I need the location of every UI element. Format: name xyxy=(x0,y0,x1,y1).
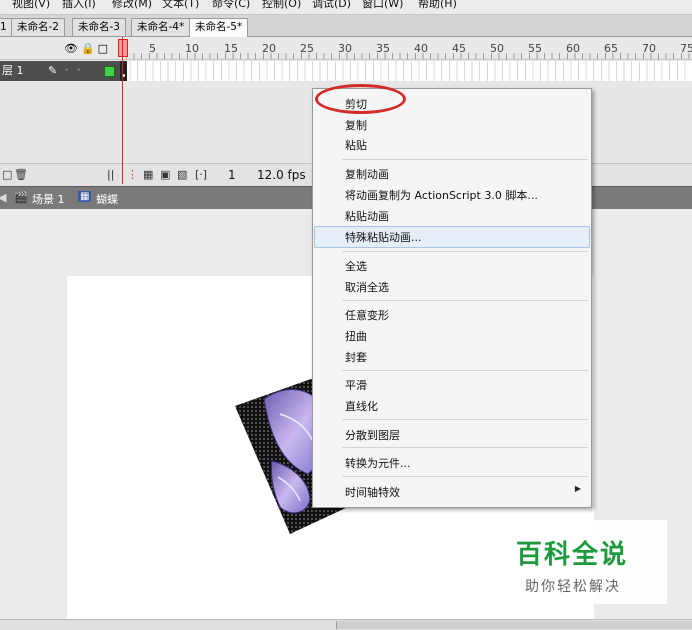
menu-item-paste[interactable]: 粘贴 xyxy=(345,137,367,153)
menu-item-convert-to-symbol[interactable]: 转换为元件... xyxy=(345,455,411,471)
menu-separator xyxy=(342,300,588,301)
menu-item-paste-motion[interactable]: 粘贴动画 xyxy=(345,208,389,224)
context-menu: 剪切 复制 粘贴 复制动画 将动画复制为 ActionScript 3.0 脚本… xyxy=(312,88,592,508)
watermark-title: 百科全说 xyxy=(516,540,629,570)
submenu-arrow-icon: ▶ xyxy=(574,484,581,493)
onion-markers-icon[interactable]: [·] xyxy=(195,168,207,181)
document-tabs: 1 未命名-2 未命名-3 未命名-4* 未命名-5* xyxy=(0,15,692,37)
center-frame-icon[interactable]: ⋮ xyxy=(127,168,138,181)
layer-name-cell[interactable]: 层 1 ✎ • • xyxy=(0,61,120,81)
menu-commands[interactable]: 命令(C) xyxy=(212,0,250,11)
onion-outline-icon[interactable]: ▣ xyxy=(160,168,170,181)
scene-icon: 🎬 xyxy=(14,191,28,204)
onion-skin-icon[interactable]: ▦ xyxy=(143,168,153,181)
current-frame: 1 xyxy=(228,168,236,182)
outline-color-icon[interactable] xyxy=(104,66,115,77)
menu-separator xyxy=(342,251,588,252)
edit-multiple-icon[interactable]: ▧ xyxy=(177,168,187,181)
menu-debug[interactable]: 调试(D) xyxy=(312,0,351,11)
annotation-circle xyxy=(315,84,406,114)
frame-cells[interactable] xyxy=(122,61,692,81)
playhead-line xyxy=(122,37,123,184)
menu-item-deselect-all[interactable]: 取消全选 xyxy=(345,279,389,295)
layer-name: 层 1 xyxy=(2,64,24,77)
timeline-header: 👁🔒□ 1 5 10 15 20 25 30 35 40 45 50 55 60… xyxy=(0,37,692,60)
bottom-scrollbar xyxy=(0,619,692,630)
menu-window[interactable]: 窗口(W) xyxy=(362,0,403,11)
menu-item-copy-motion[interactable]: 复制动画 xyxy=(345,166,389,182)
menu-item-envelope[interactable]: 封套 xyxy=(345,349,367,365)
menu-item-smooth[interactable]: 平滑 xyxy=(345,377,367,393)
menu-item-distribute-to-layers[interactable]: 分散到图层 xyxy=(345,427,400,443)
layer-toggle-icons[interactable]: 👁🔒□ xyxy=(64,42,111,55)
menu-separator xyxy=(342,419,588,420)
menu-text[interactable]: 文本(T) xyxy=(162,0,199,11)
menu-item-copy[interactable]: 复制 xyxy=(345,117,367,133)
menu-item-distort[interactable]: 扭曲 xyxy=(345,328,367,344)
menu-separator xyxy=(342,476,588,477)
menu-separator xyxy=(342,447,588,448)
ruler-ticks xyxy=(126,53,692,59)
pencil-icon: ✎ xyxy=(48,64,58,77)
menu-control[interactable]: 控制(O) xyxy=(262,0,301,11)
menu-modify[interactable]: 修改(M) xyxy=(112,0,152,11)
add-layer-icon[interactable]: □ xyxy=(2,168,12,181)
back-arrow-icon[interactable]: ◀ xyxy=(0,191,6,204)
scroll-divider-icon: || xyxy=(107,168,115,181)
symbol-icon: ▦ xyxy=(78,191,92,202)
watermark-subtitle: 助你轻松解决 xyxy=(525,579,621,595)
menu-bar: 视图(V) 插入(I) 修改(M) 文本(T) 命令(C) 控制(O) 调试(D… xyxy=(0,0,692,15)
menu-item-straighten[interactable]: 直线化 xyxy=(345,398,378,414)
menu-item-paste-motion-special[interactable]: 特殊粘贴动画... xyxy=(345,229,422,245)
tab-doc-3[interactable]: 未命名-3 xyxy=(72,18,126,36)
tab-doc-4[interactable]: 未命名-4* xyxy=(131,18,191,36)
tab-doc-2[interactable]: 未命名-2 xyxy=(11,18,65,36)
menu-view[interactable]: 视图(V) xyxy=(12,0,50,11)
menu-item-timeline-effects[interactable]: 时间轴特效 xyxy=(345,484,400,500)
trash-icon[interactable]: 🗑 xyxy=(14,168,28,181)
layer-row[interactable]: 层 1 ✎ • • xyxy=(0,61,692,81)
layer-state-dots[interactable]: • • xyxy=(64,61,83,81)
scene-name[interactable]: 场景 1 xyxy=(32,191,65,207)
menu-help[interactable]: 帮助(H) xyxy=(418,0,457,11)
menu-insert[interactable]: 插入(I) xyxy=(62,0,96,11)
playhead-handle[interactable] xyxy=(118,39,128,57)
menu-separator xyxy=(342,370,588,371)
menu-item-free-transform[interactable]: 任意变形 xyxy=(345,307,389,323)
horizontal-scrollbar[interactable] xyxy=(336,621,692,629)
frame-rate[interactable]: 12.0 fps xyxy=(257,168,306,182)
watermark: 百科全说 助你轻松解决 xyxy=(501,520,667,604)
menu-item-select-all[interactable]: 全选 xyxy=(345,258,367,274)
tab-doc-5[interactable]: 未命名-5* xyxy=(189,18,249,37)
symbol-name[interactable]: 蝴蝶 xyxy=(96,191,118,207)
menu-separator xyxy=(342,159,588,160)
menu-item-copy-motion-as3[interactable]: 将动画复制为 ActionScript 3.0 脚本... xyxy=(345,187,538,203)
